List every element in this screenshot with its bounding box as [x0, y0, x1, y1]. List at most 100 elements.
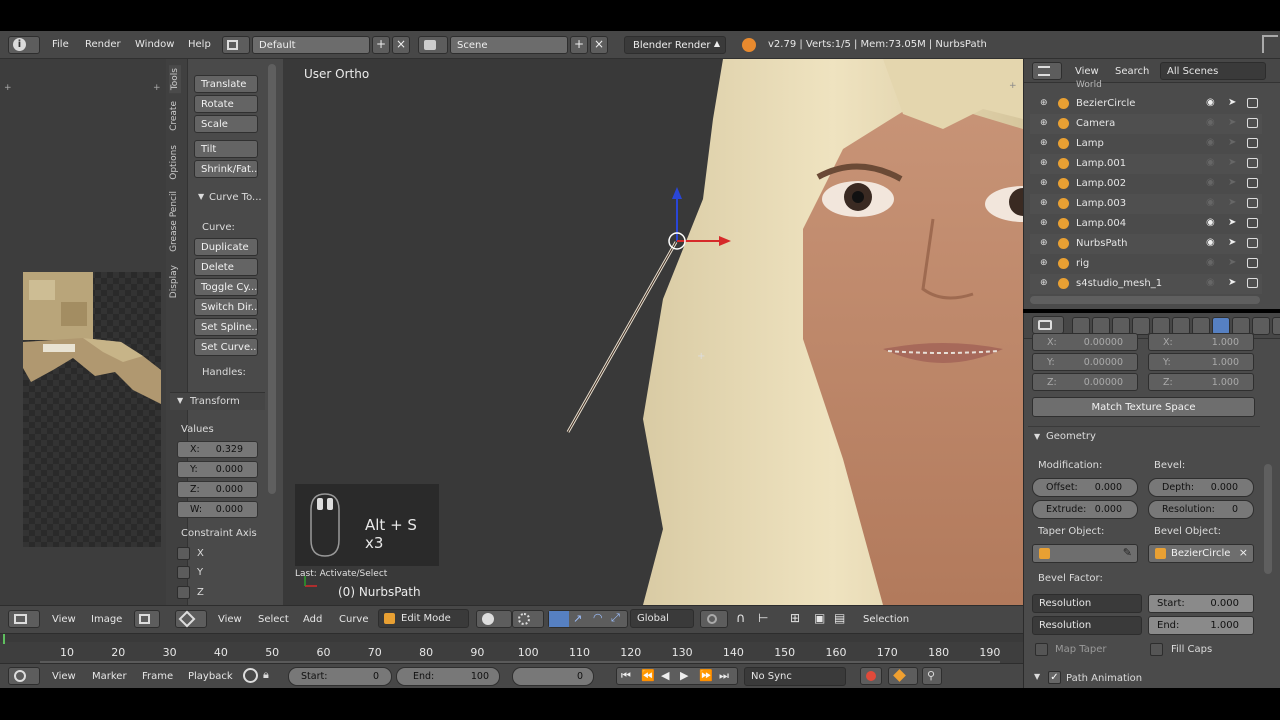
selectable-cursor-icon[interactable]: ➤ — [1228, 217, 1236, 228]
extrude-field[interactable]: Extrude: 0.000 — [1032, 500, 1138, 519]
visibility-eye-icon[interactable]: ◉ — [1206, 97, 1215, 108]
snap-target-icon[interactable]: ⊞ — [790, 611, 800, 625]
map-taper-checkbox[interactable] — [1035, 643, 1048, 656]
prev-keyframe-icon[interactable]: ⏪ — [641, 669, 655, 682]
preview-range-icon[interactable] — [243, 668, 258, 683]
scene-name-field[interactable]: Scene — [450, 36, 568, 54]
timeline-view-menu[interactable]: View — [52, 671, 76, 682]
snap-icon[interactable]: ∩ — [736, 611, 746, 626]
outliner-item-name[interactable]: s4studio_mesh_1 — [1076, 278, 1162, 289]
renderable-camera-icon[interactable] — [1247, 158, 1258, 168]
texture-size-field[interactable]: X: 1.000 — [1148, 333, 1254, 351]
selectable-cursor-icon[interactable]: ➤ — [1228, 257, 1236, 268]
layout-name-field[interactable]: Default — [252, 36, 370, 54]
rotate-button[interactable]: Rotate — [194, 95, 258, 113]
auto-keying-button[interactable] — [860, 667, 882, 685]
visibility-eye-icon[interactable]: ◉ — [1206, 117, 1215, 128]
offset-field[interactable]: Offset: 0.000 — [1032, 478, 1138, 497]
outliner-item-name[interactable]: Lamp.001 — [1076, 158, 1126, 169]
curve-tools-collapse-icon[interactable]: ▼ — [198, 192, 204, 201]
z-value-field[interactable]: Z: 0.000 — [177, 481, 258, 498]
manipulator-icon[interactable] — [549, 611, 569, 627]
renderable-camera-icon[interactable] — [1247, 178, 1258, 188]
tab-create[interactable]: Create — [169, 101, 179, 131]
menu-help[interactable]: Help — [188, 39, 211, 50]
remove-layout-icon[interactable]: × — [392, 36, 410, 54]
add-scene-icon[interactable]: + — [570, 36, 588, 54]
outliner-view-menu[interactable]: View — [1075, 66, 1099, 77]
view3d-view-menu[interactable]: View — [218, 614, 242, 625]
texture-size-field[interactable]: Y: 1.000 — [1148, 353, 1254, 371]
selectable-cursor-icon[interactable]: ➤ — [1228, 97, 1236, 108]
expand-icon[interactable]: ⊕ — [1040, 278, 1048, 288]
outliner-item-name[interactable]: rig — [1076, 258, 1089, 269]
outliner-item[interactable]: ⊕ NurbsPath ◉ ➤ — [1030, 234, 1262, 254]
frame-end-field[interactable]: End: 100 — [396, 667, 500, 686]
frame-start-field[interactable]: Start: 0 — [288, 667, 392, 686]
set-spline-type-button[interactable]: Set Spline... — [194, 318, 258, 336]
visibility-eye-icon[interactable]: ◉ — [1206, 157, 1215, 168]
keying-set-menu-button[interactable]: ⚲ — [922, 667, 942, 685]
properties-editor-type-button[interactable] — [1032, 316, 1064, 334]
selectable-cursor-icon[interactable]: ➤ — [1228, 137, 1236, 148]
tab-display[interactable]: Display — [169, 265, 179, 298]
manipulator-toggles[interactable]: ↗ ◠ ⤢ — [548, 610, 628, 628]
shelf-scrollbar[interactable] — [268, 64, 276, 494]
toggle-cyclic-button[interactable]: Toggle Cy... — [194, 278, 258, 296]
outliner-scrollbar[interactable] — [1030, 296, 1260, 304]
expand-icon[interactable]: ⊕ — [1040, 158, 1048, 168]
constraint-y-checkbox[interactable] — [177, 566, 190, 579]
translate-manipulator-icon[interactable]: ↗ — [573, 612, 582, 625]
scale-manipulator-icon[interactable]: ⤢ — [611, 611, 620, 625]
outliner-filter-dropdown[interactable]: All Scenes — [1160, 62, 1266, 80]
bevel-factor-mapping-end-dropdown[interactable]: Resolution — [1032, 616, 1142, 635]
sync-mode-dropdown[interactable]: No Sync — [744, 667, 846, 686]
fill-caps-checkbox[interactable] — [1150, 643, 1163, 656]
render-animation-icon[interactable]: ▤ — [834, 611, 845, 625]
match-texture-space-button[interactable]: Match Texture Space — [1032, 397, 1255, 417]
selectable-cursor-icon[interactable]: ➤ — [1228, 157, 1236, 168]
tab-options[interactable]: Options — [169, 145, 179, 180]
path-animation-collapse-icon[interactable]: ▼ — [1034, 672, 1040, 681]
renderable-camera-icon[interactable] — [1247, 258, 1258, 268]
bevel-factor-start-field[interactable]: Start: 0.000 — [1148, 594, 1254, 613]
viewport-shading-dropdown[interactable] — [476, 610, 512, 628]
outliner-item-name[interactable]: BezierCircle — [1076, 98, 1135, 109]
bevel-factor-end-field[interactable]: End: 1.000 — [1148, 616, 1254, 635]
y-value-field[interactable]: Y: 0.000 — [177, 461, 258, 478]
image-image-menu[interactable]: Image — [91, 614, 122, 625]
outliner-item[interactable]: ⊕ BezierCircle ◉ ➤ — [1030, 94, 1262, 114]
outliner-item[interactable]: ⊕ s4studio_mesh_1 ◉ ➤ — [1030, 274, 1262, 294]
texture-location-field[interactable]: X: 0.00000 — [1032, 333, 1138, 351]
set-curve-smooth-button[interactable]: Set Curve... — [194, 338, 258, 356]
outliner-item-name[interactable]: Lamp.004 — [1076, 218, 1126, 229]
jump-start-icon[interactable]: ⏮ — [621, 669, 631, 683]
duplicate-button[interactable]: Duplicate — [194, 238, 258, 256]
image-browse-button[interactable] — [134, 610, 160, 628]
outliner-item-name[interactable]: NurbsPath — [1076, 238, 1127, 249]
expand-icon[interactable]: ⊕ — [1040, 218, 1048, 228]
tilt-button[interactable]: Tilt — [194, 140, 258, 158]
scene-selector-button[interactable] — [418, 36, 448, 54]
geometry-panel-header[interactable]: ▼ Geometry — [1028, 426, 1260, 446]
selectable-cursor-icon[interactable]: ➤ — [1228, 237, 1236, 248]
properties-scrollbar[interactable] — [1264, 464, 1272, 574]
texture-size-field[interactable]: Z: 1.000 — [1148, 373, 1254, 391]
clear-bevel-object-icon[interactable]: × — [1239, 546, 1248, 559]
visibility-eye-icon[interactable]: ◉ — [1206, 257, 1215, 268]
outliner-item-name[interactable]: Lamp.002 — [1076, 178, 1126, 189]
outliner-item[interactable]: ⊕ Lamp ◉ ➤ — [1030, 134, 1262, 154]
rotate-manipulator-icon[interactable]: ◠ — [593, 611, 603, 624]
bevel-factor-mapping-start-dropdown[interactable]: Resolution — [1032, 594, 1142, 613]
renderable-camera-icon[interactable] — [1247, 218, 1258, 228]
visibility-eye-icon[interactable]: ◉ — [1206, 197, 1215, 208]
expand-icon[interactable]: ⊕ — [1040, 198, 1048, 208]
3d-viewport[interactable]: + User Ortho + Alt + S x3 Last: Activate… — [283, 59, 1023, 605]
bevel-resolution-field[interactable]: Resolution: 0 — [1148, 500, 1254, 519]
outliner-item-name[interactable]: Camera — [1076, 118, 1115, 129]
texture-location-field[interactable]: Z: 0.00000 — [1032, 373, 1138, 391]
expand-icon[interactable]: ⊕ — [1040, 138, 1048, 148]
view3d-add-menu[interactable]: Add — [303, 614, 322, 625]
jump-end-icon[interactable]: ⏭ — [719, 669, 729, 683]
bevel-object-field[interactable]: BezierCircle × — [1148, 544, 1254, 563]
